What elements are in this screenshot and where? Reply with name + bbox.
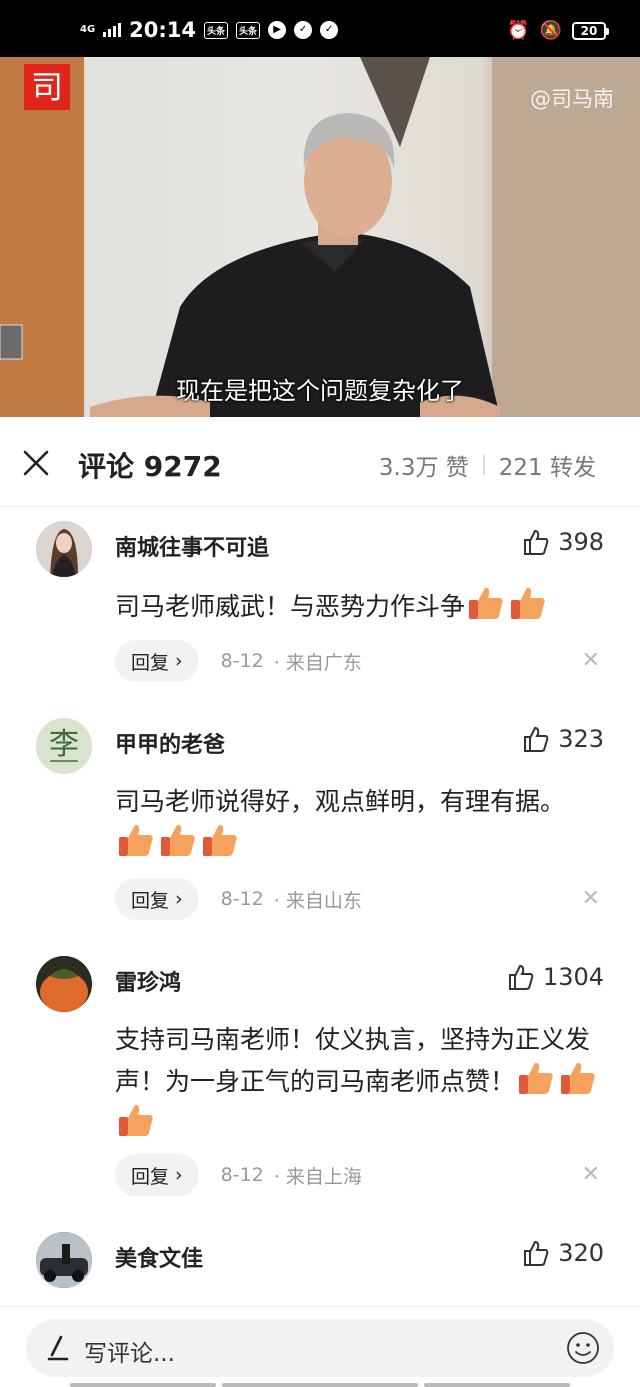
reply-label: 回复 bbox=[131, 1165, 170, 1188]
thumbs-up-emoji-icon bbox=[511, 587, 545, 619]
channel-logo: 司 bbox=[24, 64, 70, 110]
avatar[interactable] bbox=[36, 1232, 92, 1288]
clock: 20:14 bbox=[129, 18, 197, 42]
battery-icon: 20 bbox=[572, 22, 609, 40]
comment-item: 李 甲甲的老爸 323 司马老师说得好，观点鲜明，有理有据。 回复 › 8-12… bbox=[0, 715, 640, 935]
comment-text: 司马老师说得好，观点鲜明，有理有据。 bbox=[115, 782, 585, 864]
like-count: 323 bbox=[558, 725, 604, 753]
video-subtitle: 现在是把这个问题复杂化了 bbox=[176, 377, 464, 405]
comment-date: 8-12 bbox=[220, 888, 264, 910]
comment-meta: 回复 › 8-12 · 来自山东 bbox=[115, 878, 362, 920]
thumbs-up-emoji-icon bbox=[119, 1104, 153, 1136]
comment-author[interactable]: 美食文佳 bbox=[115, 1241, 203, 1273]
reply-label: 回复 bbox=[131, 651, 170, 674]
divider bbox=[482, 455, 485, 475]
thumbs-up-emoji-icon bbox=[119, 824, 153, 856]
input-placeholder: 写评论... bbox=[84, 1341, 175, 1367]
status-bar: 4G 20:14 头条 头条 ▶ ✓ ✓ ⏰ 🔕 20 bbox=[0, 0, 640, 57]
compass-notification-icon: ✓ bbox=[320, 21, 339, 39]
comment-author[interactable]: 甲甲的老爸 bbox=[115, 727, 225, 759]
gesture-bar bbox=[222, 1383, 418, 1387]
avatar[interactable]: 李 bbox=[36, 718, 92, 774]
like-count: 398 bbox=[558, 528, 604, 556]
comment-location: · 来自广东 bbox=[273, 651, 362, 674]
comments-header: 评论 9272 3.3万 赞 221 转发 bbox=[0, 417, 640, 507]
thumbs-up-outline-icon bbox=[508, 964, 534, 990]
mute-icon: 🔕 bbox=[539, 20, 562, 41]
close-icon[interactable]: ✕ bbox=[582, 648, 600, 673]
alarm-icon: ⏰ bbox=[507, 20, 530, 41]
reply-button[interactable]: 回复 › bbox=[115, 1154, 199, 1196]
thumbs-up-outline-icon bbox=[524, 726, 549, 752]
compass-notification-icon: ✓ bbox=[294, 21, 313, 39]
like-button[interactable]: 323 bbox=[522, 725, 604, 753]
close-icon[interactable]: ✕ bbox=[582, 1162, 600, 1187]
comment-date: 8-12 bbox=[220, 650, 264, 672]
signal-icon bbox=[103, 23, 122, 37]
thumbs-up-emoji-icon bbox=[469, 587, 503, 619]
avatar[interactable] bbox=[36, 521, 92, 577]
likes-count: 3.3万 赞 bbox=[378, 455, 469, 481]
comment-meta: 回复 › 8-12 · 来自上海 bbox=[115, 1154, 362, 1196]
comment-author[interactable]: 南城往事不可追 bbox=[115, 530, 269, 562]
thumbs-up-emoji-icon bbox=[203, 824, 237, 856]
chevron-right-icon: › bbox=[175, 1164, 183, 1186]
video-player[interactable]: 司 @司马南 现在是把这个问题复杂化了 bbox=[0, 57, 640, 417]
thumbs-up-outline-icon bbox=[524, 529, 549, 555]
shares-count[interactable]: 221 转发 bbox=[499, 448, 596, 482]
chevron-right-icon: › bbox=[175, 650, 183, 672]
comment-input[interactable]: 写评论... bbox=[26, 1319, 614, 1377]
reply-label: 回复 bbox=[131, 889, 170, 912]
thumbs-up-outline-icon bbox=[524, 1240, 549, 1266]
gesture-bar bbox=[70, 1383, 216, 1387]
comment-location: · 来自上海 bbox=[273, 1165, 362, 1188]
comment-author[interactable]: 雷珍鸿 bbox=[115, 965, 181, 997]
thumbs-up-emoji-icon bbox=[161, 824, 195, 856]
like-count: 1304 bbox=[542, 963, 604, 991]
chevron-right-icon: › bbox=[175, 888, 183, 910]
video-watermark: @司马南 bbox=[530, 87, 614, 111]
post-stats: 3.3万 赞 221 转发 bbox=[379, 448, 596, 482]
like-count: 320 bbox=[558, 1239, 604, 1267]
pen-icon bbox=[47, 1335, 69, 1361]
close-icon[interactable]: ✕ bbox=[582, 886, 600, 911]
svg-text:李: 李 bbox=[49, 727, 79, 762]
gesture-bar bbox=[424, 1383, 570, 1387]
thumbs-up-emoji-icon bbox=[519, 1062, 553, 1094]
play-notification-icon: ▶ bbox=[268, 21, 287, 39]
smiley-icon[interactable] bbox=[566, 1331, 600, 1365]
like-button[interactable]: 1304 bbox=[507, 963, 604, 991]
comment-item: 雷珍鸿 1304 支持司马南老师！仗义执言，坚持为正义发声！为一身正气的司马南老… bbox=[0, 953, 640, 1213]
reply-button[interactable]: 回复 › bbox=[115, 640, 199, 682]
comment-meta: 回复 › 8-12 · 来自广东 bbox=[115, 640, 362, 682]
comment-text: 司马老师威武！与恶势力作斗争 bbox=[115, 585, 605, 627]
comment-item: 南城往事不可追 398 司马老师威武！与恶势力作斗争 回复 › 8-12 · 来… bbox=[0, 518, 640, 698]
comment-item: 美食文佳 320 bbox=[0, 1229, 640, 1306]
close-icon[interactable] bbox=[22, 449, 50, 477]
comment-input-bar: 写评论... bbox=[0, 1306, 640, 1387]
network-type: 4G bbox=[80, 24, 96, 35]
comment-text: 支持司马南老师！仗义执言，坚持为正义发声！为一身正气的司马南老师点赞！ bbox=[115, 1020, 605, 1144]
comments-title: 评论 9272 bbox=[78, 450, 222, 483]
comment-date: 8-12 bbox=[220, 1164, 264, 1186]
like-button[interactable]: 320 bbox=[522, 1239, 604, 1267]
toutiao-notification-icon: 头条 bbox=[204, 21, 229, 39]
reply-button[interactable]: 回复 › bbox=[115, 878, 199, 920]
avatar[interactable] bbox=[36, 956, 92, 1012]
comment-location: · 来自山东 bbox=[273, 889, 362, 912]
like-button[interactable]: 398 bbox=[522, 528, 604, 556]
thumbs-up-emoji-icon bbox=[561, 1062, 595, 1094]
toutiao-notification-icon: 头条 bbox=[236, 21, 261, 39]
